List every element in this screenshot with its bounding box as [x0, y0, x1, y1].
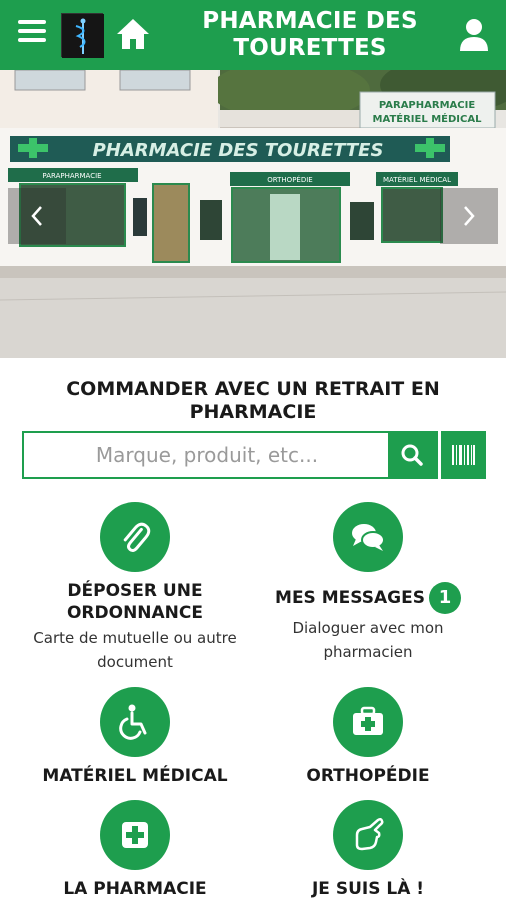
side-sign-line-1: PARAPHARMACIE [379, 100, 475, 111]
tile-messages[interactable]: MES MESSAGES 1 Dialoguer avec mon pharmac… [248, 502, 488, 664]
carousel-next-button[interactable] [440, 188, 498, 244]
main-shop-sign: PHARMACIE DES TOURETTES [93, 140, 384, 161]
awning-center: ORTHOPÉDIE [267, 175, 312, 184]
wheelchair-icon [119, 704, 147, 740]
messages-circle-button[interactable] [333, 502, 403, 572]
barcode-scan-button[interactable] [441, 431, 486, 479]
tile-im-here-title: JE SUIS LÀ ! [311, 879, 425, 899]
app-title: PHARMACIE DES TOURETTES [202, 8, 418, 61]
order-section-title: COMMANDER AVEC UN RETRAIT EN PHARMACIE [66, 378, 440, 423]
awning-left: PARAPHARMACIE [42, 172, 101, 180]
pharmacy-logo[interactable] [61, 13, 104, 58]
chevron-left-icon [31, 206, 42, 226]
carousel-prev-button[interactable] [8, 188, 66, 244]
tile-the-pharmacy-title: LA PHARMACIE [63, 879, 207, 899]
medical-equipment-circle-button[interactable] [100, 687, 170, 757]
awning-right: MATÉRIEL MÉDICAL [383, 175, 451, 184]
tile-prescription-title: DÉPOSER UNE ORDONNANCE [66, 581, 204, 623]
product-search-bar [22, 431, 438, 479]
tile-prescription[interactable]: DÉPOSER UNE ORDONNANCE Carte de mutuelle… [15, 502, 255, 674]
unread-messages-badge: 1 [428, 582, 461, 614]
tile-messages-title: MES MESSAGES [275, 588, 425, 608]
tile-the-pharmacy[interactable]: LA PHARMACIE [15, 800, 255, 900]
search-button[interactable] [388, 433, 436, 477]
tile-messages-subtitle: Dialoguer avec mon pharmacien [292, 619, 444, 661]
chevron-right-icon [464, 206, 475, 226]
search-icon [401, 444, 423, 466]
chat-bubbles-icon [352, 524, 385, 551]
tile-messages-title-row: MES MESSAGES 1 [248, 582, 488, 614]
hamburger-menu-icon[interactable] [18, 20, 46, 48]
tile-im-here[interactable]: JE SUIS LÀ ! [248, 800, 488, 900]
hand-pointing-icon [355, 817, 384, 851]
orthopedics-circle-button[interactable] [333, 687, 403, 757]
tile-medical-equipment[interactable]: MATÉRIEL MÉDICAL [15, 687, 255, 787]
tile-medical-equipment-title: MATÉRIEL MÉDICAL [42, 766, 228, 786]
im-here-circle-button[interactable] [333, 800, 403, 870]
pharmacy-cross-icon [122, 822, 148, 848]
search-input[interactable] [24, 433, 390, 477]
barcode-icon [452, 445, 475, 465]
tile-orthopedics[interactable]: ORTHOPÉDIE [248, 687, 488, 787]
pharmacy-circle-button[interactable] [100, 800, 170, 870]
user-icon[interactable] [458, 17, 490, 53]
home-icon[interactable] [115, 16, 151, 52]
tile-orthopedics-title: ORTHOPÉDIE [306, 766, 430, 786]
paperclip-icon [123, 522, 151, 553]
first-aid-kit-icon [353, 706, 383, 735]
storefront-photo: PARAPHARMACIE MATÉRIEL MÉDICAL PHARMACIE… [0, 70, 506, 358]
app-header: PHARMACIE DES TOURETTES [0, 0, 506, 70]
tile-prescription-subtitle: Carte de mutuelle ou autre document [33, 629, 237, 671]
prescription-circle-button[interactable] [100, 502, 170, 572]
side-sign-line-2: MATÉRIEL MÉDICAL [373, 112, 483, 125]
storefront-carousel[interactable]: PARAPHARMACIE MATÉRIEL MÉDICAL PHARMACIE… [0, 70, 506, 358]
